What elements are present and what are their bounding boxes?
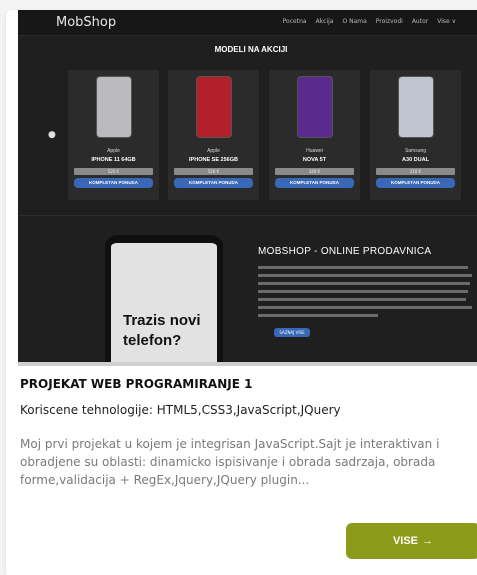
preview-product-card: Huawei NOVA 5T 320 € KOMPLETAN PONUDA: [269, 70, 360, 200]
phone-image-icon: [96, 76, 132, 138]
more-button[interactable]: VISE →: [346, 523, 477, 559]
project-description: Moj prvi projekat u kojem je integrisan …: [20, 437, 440, 487]
preview-product-card: Apple IPHONE 11 64GB 520 € KOMPLETAN PON…: [68, 70, 159, 200]
preview-menu-item: Autor: [411, 18, 429, 25]
preview-menu-item: O Nama: [342, 18, 367, 25]
preview-product-card: Apple IPHONE SE 256GB 520 € KOMPLETAN PO…: [168, 70, 259, 200]
preview-product-offer: KOMPLETAN PONUDA: [174, 178, 253, 188]
preview-about-text-line: [258, 274, 472, 277]
preview-product-brand: Huawei: [306, 148, 323, 154]
phone-image-icon: [297, 76, 333, 138]
preview-product-model: A30 DUAL: [402, 157, 429, 163]
project-title: PROJEKAT WEB PROGRAMIRANJE 1: [20, 377, 253, 391]
more-button-label: VISE: [392, 535, 419, 547]
preview-product-brand: Apple: [207, 148, 220, 154]
preview-about-text-line: [258, 314, 378, 317]
preview-product-offer: KOMPLETAN PONUDA: [275, 178, 354, 188]
preview-product-price: 520 €: [174, 168, 253, 175]
preview-menu: Pocetna Akcija O Nama Proizvodi Autor Vi…: [283, 18, 456, 25]
arrow-right-icon: →: [422, 535, 434, 547]
preview-product-brand: Samsung: [404, 148, 427, 154]
preview-logo: MobShop: [56, 15, 117, 30]
preview-product-card: Samsung A30 DUAL 210 € KOMPLETAN PONUDA: [370, 70, 461, 200]
project-card: MobShop Pocetna Akcija O Nama Proizvodi …: [6, 10, 477, 575]
preview-chevron-left-icon: ●: [48, 130, 56, 140]
preview-about-text-line: [258, 282, 470, 285]
preview-about-text-line: [258, 290, 468, 293]
phone-image-icon: [398, 76, 434, 138]
preview-hero-text: Trazis novi telefon?: [123, 312, 201, 349]
preview-menu-item: Vise ∨: [437, 18, 456, 25]
project-technologies: Koriscene tehnologije: HTML5,CSS3,JavaSc…: [20, 403, 341, 417]
preview-product-price: 210 €: [376, 168, 455, 175]
preview-product-price: 520 €: [74, 168, 153, 175]
preview-section-title: MODELI NA AKCIJI: [214, 45, 288, 54]
preview-bottom-border: [18, 362, 477, 366]
preview-product-price: 320 €: [275, 168, 354, 175]
preview-product-model: NOVA 5T: [302, 157, 327, 163]
project-preview-image[interactable]: MobShop Pocetna Akcija O Nama Proizvodi …: [18, 10, 477, 362]
preview-about-text-line: [258, 266, 468, 269]
preview-product-brand: Apple: [107, 148, 120, 154]
preview-about-button: SAZNAJ VISE: [274, 328, 310, 337]
preview-product-model: IPHONE 11 64GB: [91, 157, 136, 163]
preview-hero-phone: Trazis novi telefon?: [105, 235, 223, 362]
preview-menu-item: Pocetna: [282, 18, 307, 25]
preview-menu-item: Proizvodi: [375, 18, 403, 25]
preview-product-offer: KOMPLETAN PONUDA: [376, 178, 455, 188]
preview-product-offer: KOMPLETAN PONUDA: [74, 178, 153, 188]
preview-about-text-line: [258, 298, 466, 301]
preview-product-model: IPHONE SE 256GB: [189, 157, 238, 163]
preview-menu-item: Akcija: [315, 18, 334, 25]
preview-divider: [18, 215, 477, 216]
preview-about-text-line: [258, 306, 472, 309]
preview-navbar: MobShop Pocetna Akcija O Nama Proizvodi …: [18, 10, 477, 36]
phone-image-icon: [196, 76, 232, 138]
preview-about-title: MOBSHOP - ONLINE PRODAVNICA: [258, 246, 432, 257]
